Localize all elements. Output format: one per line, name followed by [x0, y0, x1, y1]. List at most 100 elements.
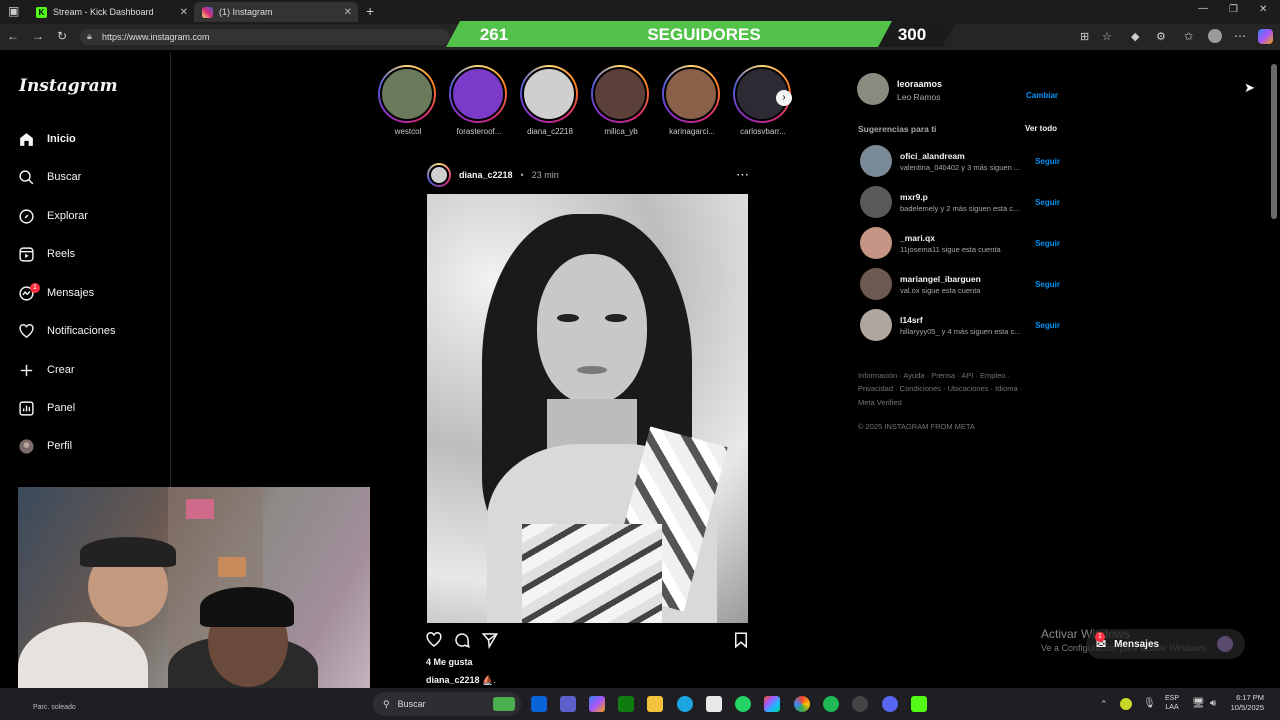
suggestion-avatar[interactable] — [860, 227, 892, 259]
suggestion-username[interactable]: ofici_alandream — [900, 151, 1027, 161]
bookmark-star-icon[interactable]: ☆ — [1102, 30, 1112, 43]
story-item[interactable]: diana_c2218 — [520, 65, 580, 137]
url-field[interactable]: 🔒︎ https://www.instagram.com — [80, 29, 450, 45]
stories-next-icon[interactable]: › — [776, 90, 792, 106]
show-hidden-icons-icon[interactable]: ⌃ — [1100, 699, 1108, 710]
suggestion-username[interactable]: _mari.qx — [900, 233, 1027, 243]
footer-links-1[interactable]: Información · Ayuda · Prensa · API · Emp… — [858, 371, 1010, 380]
suggestion-avatar[interactable] — [860, 186, 892, 218]
suggestion-avatar[interactable] — [860, 309, 892, 341]
like-icon[interactable] — [425, 631, 443, 649]
forward-icon[interactable]: → — [32, 29, 44, 43]
footer-links-3[interactable]: Meta Verified — [858, 398, 902, 407]
network-icon[interactable]: 🖥︎ — [1192, 698, 1205, 709]
taskbar-search[interactable]: ⚲ Buscar — [373, 692, 521, 716]
follow-button[interactable]: Seguir — [1035, 321, 1060, 330]
instagram-logo[interactable]: Instagram — [19, 76, 118, 96]
language-indicator[interactable]: ESP LAA — [1165, 694, 1179, 712]
suggestion-username[interactable]: mxr9.p — [900, 192, 1027, 202]
share-icon[interactable] — [481, 631, 499, 649]
suggestion-avatar[interactable] — [860, 268, 892, 300]
whatsapp-icon[interactable] — [735, 696, 751, 712]
messages-pill[interactable]: ✉︎ Mensajes — [1086, 629, 1245, 659]
teams-icon[interactable] — [560, 696, 576, 712]
file-explorer-icon[interactable] — [647, 696, 663, 712]
microphone-icon[interactable]: 🎙︎ — [1143, 698, 1156, 709]
nav-perfil[interactable]: Perfil — [18, 434, 158, 458]
story-item[interactable]: westcol — [378, 65, 438, 137]
clock[interactable]: 6:17 PM 10/5/2025 — [1228, 693, 1264, 713]
more-options-icon[interactable]: ⋯ — [736, 167, 749, 183]
story-item[interactable]: milica_yb — [591, 65, 651, 137]
tray-app-icon[interactable] — [1120, 698, 1132, 710]
post-username[interactable]: diana_c2218 — [459, 170, 513, 180]
kick-app-icon[interactable] — [911, 696, 927, 712]
obs-icon[interactable] — [852, 696, 868, 712]
nav-notificaciones[interactable]: Notificaciones — [18, 319, 158, 343]
follow-button[interactable]: Seguir — [1035, 157, 1060, 166]
back-icon[interactable]: ← — [7, 29, 19, 43]
tab-kick[interactable]: K Stream - Kick Dashboard ✕ — [28, 2, 194, 22]
nav-inicio[interactable]: Inicio — [18, 127, 158, 151]
follow-button[interactable]: Seguir — [1035, 198, 1060, 207]
post-photo[interactable] — [427, 194, 748, 623]
plus-icon — [20, 364, 33, 376]
apps-icon[interactable]: ⊞ — [1080, 30, 1089, 43]
caption-username[interactable]: diana_c2218 — [426, 675, 480, 685]
close-tab-icon[interactable]: ✕ — [180, 7, 188, 18]
chrome-icon[interactable] — [794, 696, 810, 712]
profile-avatar-icon[interactable] — [1208, 29, 1222, 43]
current-full-name: Leo Ramos — [897, 92, 941, 102]
see-all-link[interactable]: Ver todo — [1025, 124, 1057, 133]
figma-icon[interactable] — [764, 696, 780, 712]
follow-button[interactable]: Seguir — [1035, 239, 1060, 248]
suggestion-username[interactable]: l14srf — [900, 315, 1027, 325]
close-tab-icon[interactable]: ✕ — [344, 7, 352, 18]
follow-button[interactable]: Seguir — [1035, 280, 1060, 289]
volume-icon[interactable]: 🔊︎ — [1210, 698, 1216, 709]
nav-reels[interactable]: Reels — [18, 242, 158, 266]
current-user-avatar[interactable] — [857, 73, 889, 105]
nav-crear[interactable]: Crear — [18, 358, 158, 382]
close-window-icon[interactable]: ✕ — [1259, 4, 1267, 15]
comment-icon[interactable] — [453, 631, 471, 649]
story-item[interactable]: forasteroof... — [449, 65, 509, 137]
edge-icon[interactable] — [677, 696, 693, 712]
story-ring — [378, 65, 436, 123]
page-scrollbar[interactable] — [1268, 52, 1280, 688]
maximize-icon[interactable]: ❐ — [1229, 4, 1238, 15]
spotify-icon[interactable] — [823, 696, 839, 712]
outlook-icon[interactable] — [531, 696, 547, 712]
nav-explorar[interactable]: Explorar — [18, 204, 158, 228]
tab-actions-icon[interactable]: ▣ — [8, 4, 19, 18]
suggestion-avatar[interactable] — [860, 145, 892, 177]
extension-icon[interactable]: ◆ — [1131, 30, 1139, 43]
weather-widget[interactable]: Parc. soleado — [33, 704, 76, 711]
switch-account-link[interactable]: Cambiar — [1026, 85, 1058, 103]
copilot-icon[interactable] — [1258, 29, 1273, 44]
extensions-puzzle-icon[interactable]: ⚙ — [1156, 30, 1166, 43]
discord-icon[interactable] — [882, 696, 898, 712]
story-item[interactable]: karinagarci... — [662, 65, 722, 137]
save-icon[interactable] — [732, 631, 750, 649]
suggestion-username[interactable]: mariangel_ibarguen — [900, 274, 1027, 284]
nav-buscar[interactable]: Buscar — [18, 165, 158, 189]
new-tab-icon[interactable]: + — [366, 3, 374, 19]
site-info-icon[interactable]: 🔒︎ — [87, 31, 92, 42]
favorites-icon[interactable]: ✩ — [1184, 30, 1193, 43]
tab-instagram[interactable]: (1) Instagram ✕ — [194, 2, 358, 22]
post-avatar[interactable] — [427, 163, 451, 187]
scrollbar-thumb[interactable] — [1271, 64, 1277, 219]
copilot-taskbar-icon[interactable] — [589, 696, 605, 712]
current-username[interactable]: leoraamos — [897, 79, 942, 89]
nav-panel[interactable]: Panel — [18, 396, 158, 420]
store-icon[interactable] — [706, 696, 722, 712]
like-count[interactable]: 4 Me gusta — [426, 657, 473, 667]
reload-icon[interactable]: ↻ — [57, 29, 67, 43]
suggestion-row: mxr9.p badelemely y 2 más siguen esta c..… — [860, 185, 1060, 219]
more-menu-icon[interactable]: ⋯ — [1234, 29, 1246, 43]
xbox-icon[interactable] — [618, 696, 634, 712]
footer-links-2[interactable]: Privacidad · Condiciones · Ubicaciones ·… — [858, 384, 1022, 393]
minimize-icon[interactable]: — — [1198, 3, 1208, 14]
post-header: diana_c2218 • 23 min ⋯ — [427, 162, 749, 188]
